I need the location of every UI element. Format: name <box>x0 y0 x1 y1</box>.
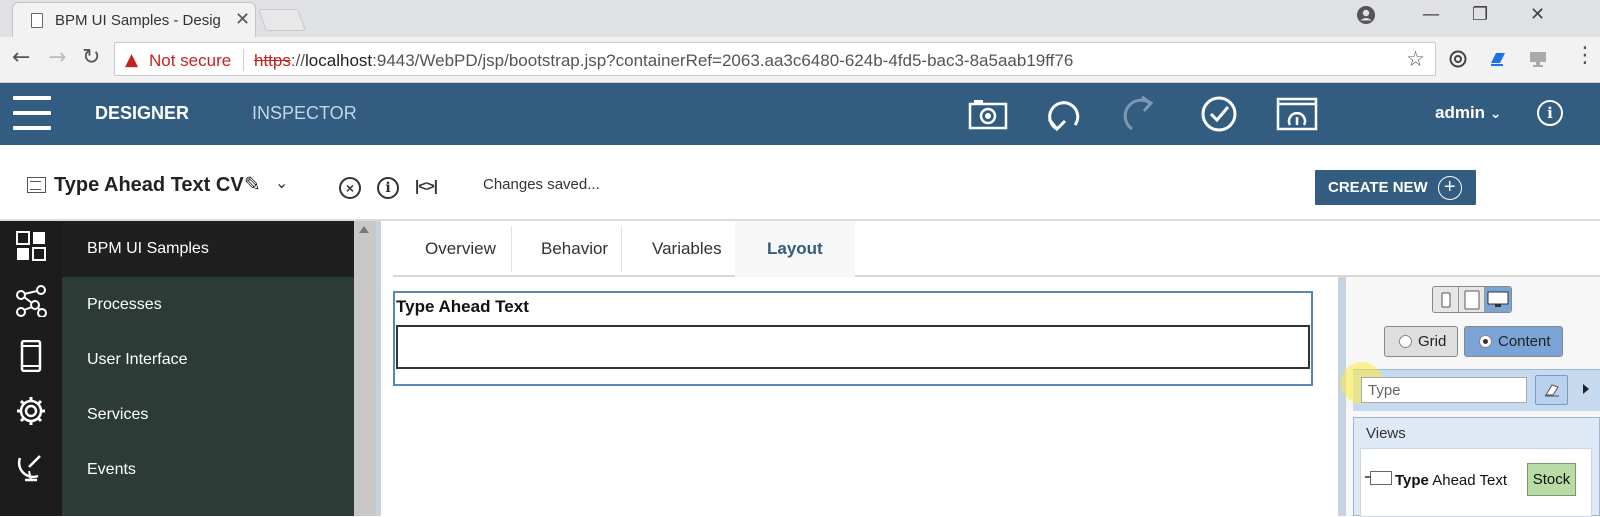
preview-icon[interactable] <box>1276 95 1318 133</box>
cast-icon[interactable] <box>1528 49 1548 69</box>
document-title[interactable]: Type Ahead Text CV <box>54 174 244 197</box>
url-separator: :// <box>290 51 306 70</box>
item-label-rest: Ahead Text <box>1428 472 1508 489</box>
new-tab-button[interactable] <box>257 9 307 31</box>
redo-icon[interactable] <box>1121 95 1163 133</box>
warning-icon: ▲ <box>125 50 139 70</box>
address-bar[interactable]: ▲ Not secure https://localhost:9443/WebP… <box>114 42 1436 76</box>
palette-item-type-ahead-text[interactable]: Type Ahead Text <box>1395 472 1507 489</box>
type-ahead-view-icon <box>1365 471 1392 485</box>
info-icon[interactable]: i <box>377 177 399 199</box>
eraser-icon <box>1544 384 1559 397</box>
editor-tabs: Overview Behavior Variables Layout <box>393 221 1600 277</box>
sidebar-item-bpm-ui-samples[interactable]: BPM UI Samples <box>62 221 354 277</box>
browser-tab[interactable]: BPM UI Samples - Desig ✕ <box>12 2 256 37</box>
plus-circle-icon: + <box>1437 175 1462 200</box>
url-scheme: https <box>254 51 291 70</box>
hamburger-menu-icon[interactable] <box>13 96 51 130</box>
menu-dots-icon[interactable]: ⋮ <box>1574 43 1596 68</box>
create-new-label: CREATE NEW <box>1328 179 1428 196</box>
browser-tab-bar: BPM UI Samples - Desig ✕ — ❐ ✕ <box>0 0 1600 37</box>
profile-icon[interactable] <box>1356 5 1376 30</box>
snapshot-camera-icon[interactable] <box>967 95 1009 133</box>
collapse-expand-icon[interactable]: |<>| <box>415 178 438 195</box>
reload-icon[interactable]: ↻ <box>82 45 100 70</box>
close-tab-icon[interactable]: ✕ <box>235 9 250 30</box>
sidebar-item-services[interactable]: Services <box>62 387 354 443</box>
scroll-up-arrow-icon[interactable] <box>359 226 369 233</box>
extension-icon[interactable] <box>1488 49 1508 69</box>
close-window-icon[interactable]: ✕ <box>1530 4 1545 25</box>
views-section: Views Type Ahead Text Stock <box>1353 417 1600 517</box>
sidebar-item-events[interactable]: Events <box>62 442 354 498</box>
coach-view-icon <box>27 177 46 193</box>
security-label[interactable]: Not secure <box>149 51 231 71</box>
grid-mode-radio[interactable]: Grid <box>1384 326 1458 357</box>
info-icon[interactable]: i <box>1537 100 1563 126</box>
grid-mode-label: Grid <box>1418 333 1447 350</box>
device-size-switcher <box>1432 286 1512 313</box>
document-toolbar: Type Ahead Text CV ✎ ⌄ × i |<>| Changes … <box>0 145 1600 221</box>
control-label: Type Ahead Text <box>396 297 529 316</box>
stock-badge: Stock <box>1527 463 1576 496</box>
user-menu[interactable]: admin ⌄ <box>1435 103 1502 123</box>
chevron-down-icon[interactable]: ⌄ <box>275 173 288 192</box>
tab-inspector[interactable]: INSPECTOR <box>252 103 357 124</box>
url-path: :9443/WebPD/jsp/bootstrap.jsp?containerR… <box>372 51 1074 70</box>
browser-toolbar: ← → ↻ ▲ Not secure https://localhost:944… <box>0 37 1600 83</box>
back-icon[interactable]: ← <box>12 45 30 70</box>
views-list: Type Ahead Text Stock <box>1360 448 1592 517</box>
expand-arrow-icon[interactable] <box>1583 384 1589 394</box>
views-title[interactable]: Views <box>1366 425 1406 442</box>
satellite-icon[interactable] <box>14 449 48 483</box>
process-icon[interactable] <box>14 284 48 318</box>
sidebar-item-processes[interactable]: Processes <box>62 277 354 333</box>
library-nav: BPM UI Samples Processes User Interface … <box>62 221 354 516</box>
desktop-icon[interactable] <box>1485 287 1511 312</box>
edit-pencil-icon[interactable]: ✎ <box>244 172 261 196</box>
content-mode-radio[interactable]: Content <box>1464 326 1563 357</box>
nav-scrollbar[interactable] <box>354 221 376 516</box>
palette-panel: Grid Content Views Type Ahead Text Stock <box>1341 277 1600 517</box>
undo-icon[interactable] <box>1044 95 1086 133</box>
extension-icon[interactable] <box>1448 49 1468 69</box>
palette-search-bar <box>1341 362 1600 411</box>
app-header: DESIGNER INSPECTOR admin ⌄ i <box>0 83 1600 145</box>
palette-search-input[interactable] <box>1361 377 1527 403</box>
url-text[interactable]: https://localhost:9443/WebPD/jsp/bootstr… <box>254 51 1073 71</box>
divider <box>243 49 244 71</box>
tab-variables[interactable]: Variables <box>620 221 754 277</box>
bookmark-star-icon[interactable]: ☆ <box>1406 47 1425 71</box>
minimize-icon[interactable]: — <box>1422 4 1440 25</box>
tablet-icon[interactable] <box>1459 287 1485 312</box>
radio-icon <box>1399 335 1412 348</box>
icon-rail <box>0 221 62 516</box>
gear-icon[interactable] <box>14 394 48 428</box>
validate-check-icon[interactable] <box>1198 95 1240 133</box>
tab-overview[interactable]: Overview <box>393 221 528 277</box>
sidebar-item-user-interface[interactable]: User Interface <box>62 332 354 388</box>
chevron-down-icon: ⌄ <box>1489 106 1502 122</box>
save-status: Changes saved... <box>483 176 600 193</box>
page-icon <box>31 13 43 28</box>
tab-designer[interactable]: DESIGNER <box>95 103 189 124</box>
forward-icon[interactable]: → <box>48 45 66 70</box>
close-circle-icon[interactable]: × <box>339 177 361 199</box>
clear-search-button[interactable] <box>1535 375 1568 405</box>
radio-selected-icon <box>1479 335 1492 348</box>
type-ahead-control[interactable]: Type Ahead Text <box>393 291 1313 386</box>
mobile-icon[interactable] <box>14 339 48 373</box>
create-new-button[interactable]: CREATE NEW + <box>1315 170 1476 205</box>
restore-icon[interactable]: ❐ <box>1472 4 1488 25</box>
match-highlight: Type <box>1395 472 1429 489</box>
dashboard-icon[interactable] <box>14 229 48 263</box>
palette-splitter[interactable] <box>1338 277 1346 516</box>
control-input-preview[interactable] <box>396 325 1310 369</box>
user-name: admin <box>1435 103 1486 122</box>
url-host: localhost <box>305 51 373 70</box>
tab-title: BPM UI Samples - Desig <box>55 12 221 29</box>
content-mode-label: Content <box>1498 333 1551 350</box>
tab-layout[interactable]: Layout <box>735 221 855 277</box>
phone-icon[interactable] <box>1433 287 1459 312</box>
